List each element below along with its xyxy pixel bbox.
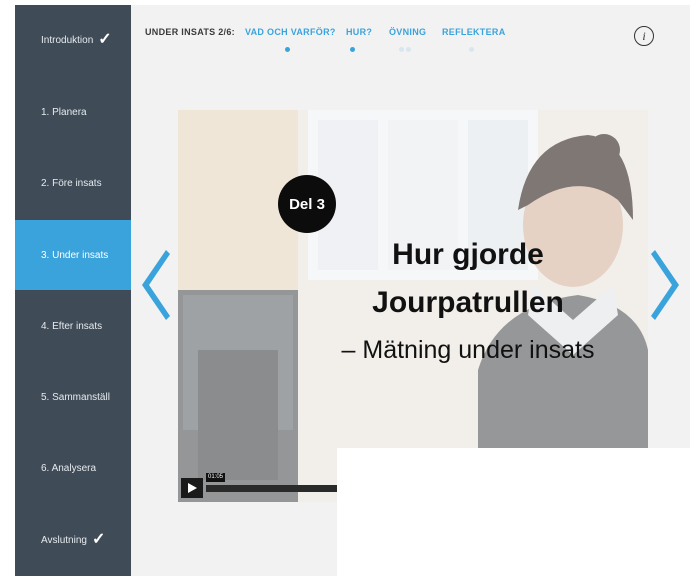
chevron-right-icon[interactable] [651,250,681,320]
sidebar-item-introduktion[interactable]: Introduktion ✓ [15,5,131,75]
tab-progress-dot [350,47,355,52]
step-label: UNDER INSATS 2/6: [145,27,235,37]
video-title-line-2: Jourpatrullen [372,286,564,319]
sidebar-item-sammanstall[interactable]: 5. Sammanställ [15,362,131,432]
sidebar-item-label: 4. Efter insats [41,320,103,332]
video-player[interactable]: Del 3 Hur gjorde Jourpatrullen – Mätning… [178,110,648,502]
sidebar-item-fore-insats[interactable]: 2. Före insats [15,148,131,218]
sidebar-item-label: 2. Före insats [41,177,102,189]
blank-overlay-panel [337,448,690,576]
sidebar-item-label: 5. Sammanställ [41,391,110,403]
tab-progress-dot [469,47,474,52]
tab-progress-dot [399,47,404,52]
sidebar: Introduktion ✓ 1. Planera 2. Före insats… [15,5,131,576]
sidebar-item-label: Introduktion [41,34,94,46]
check-icon: ✓ [98,31,112,48]
sidebar-item-planera[interactable]: 1. Planera [15,77,131,147]
tab-vad-och-varfor[interactable]: VAD OCH VARFÖR? [245,27,336,37]
video-timestamp: 01:05 [206,473,226,482]
top-navigation: UNDER INSATS 2/6: VAD OCH VARFÖR? HUR? Ö… [131,5,690,60]
sidebar-item-label: Avslutning [41,534,87,546]
video-subtitle: – Mätning under insats [341,336,595,364]
tab-ovning[interactable]: ÖVNING [389,27,426,37]
info-glyph: i [642,28,646,43]
sidebar-item-label: 6. Analysera [41,462,97,474]
part-badge: Del 3 [278,175,336,233]
tab-progress-dot [406,47,411,52]
check-icon: ✓ [91,531,106,548]
sidebar-item-analysera[interactable]: 6. Analysera [15,433,131,503]
sidebar-item-efter-insats[interactable]: 4. Efter insats [15,291,131,361]
tab-hur[interactable]: HUR? [346,27,372,37]
info-icon[interactable]: i [634,26,654,46]
chevron-left-icon[interactable] [140,250,170,320]
tab-progress-dot [285,47,290,52]
sidebar-item-label: 3. Under insats [41,249,109,261]
video-title-line-1: Hur gjorde [392,238,544,271]
sidebar-item-avslutning[interactable]: Avslutning ✓ [15,505,131,575]
tab-reflektera[interactable]: REFLEKTERA [442,27,506,37]
sidebar-item-under-insats[interactable]: 3. Under insats [15,220,131,290]
play-icon[interactable] [181,478,203,498]
sidebar-item-label: 1. Planera [41,106,87,118]
